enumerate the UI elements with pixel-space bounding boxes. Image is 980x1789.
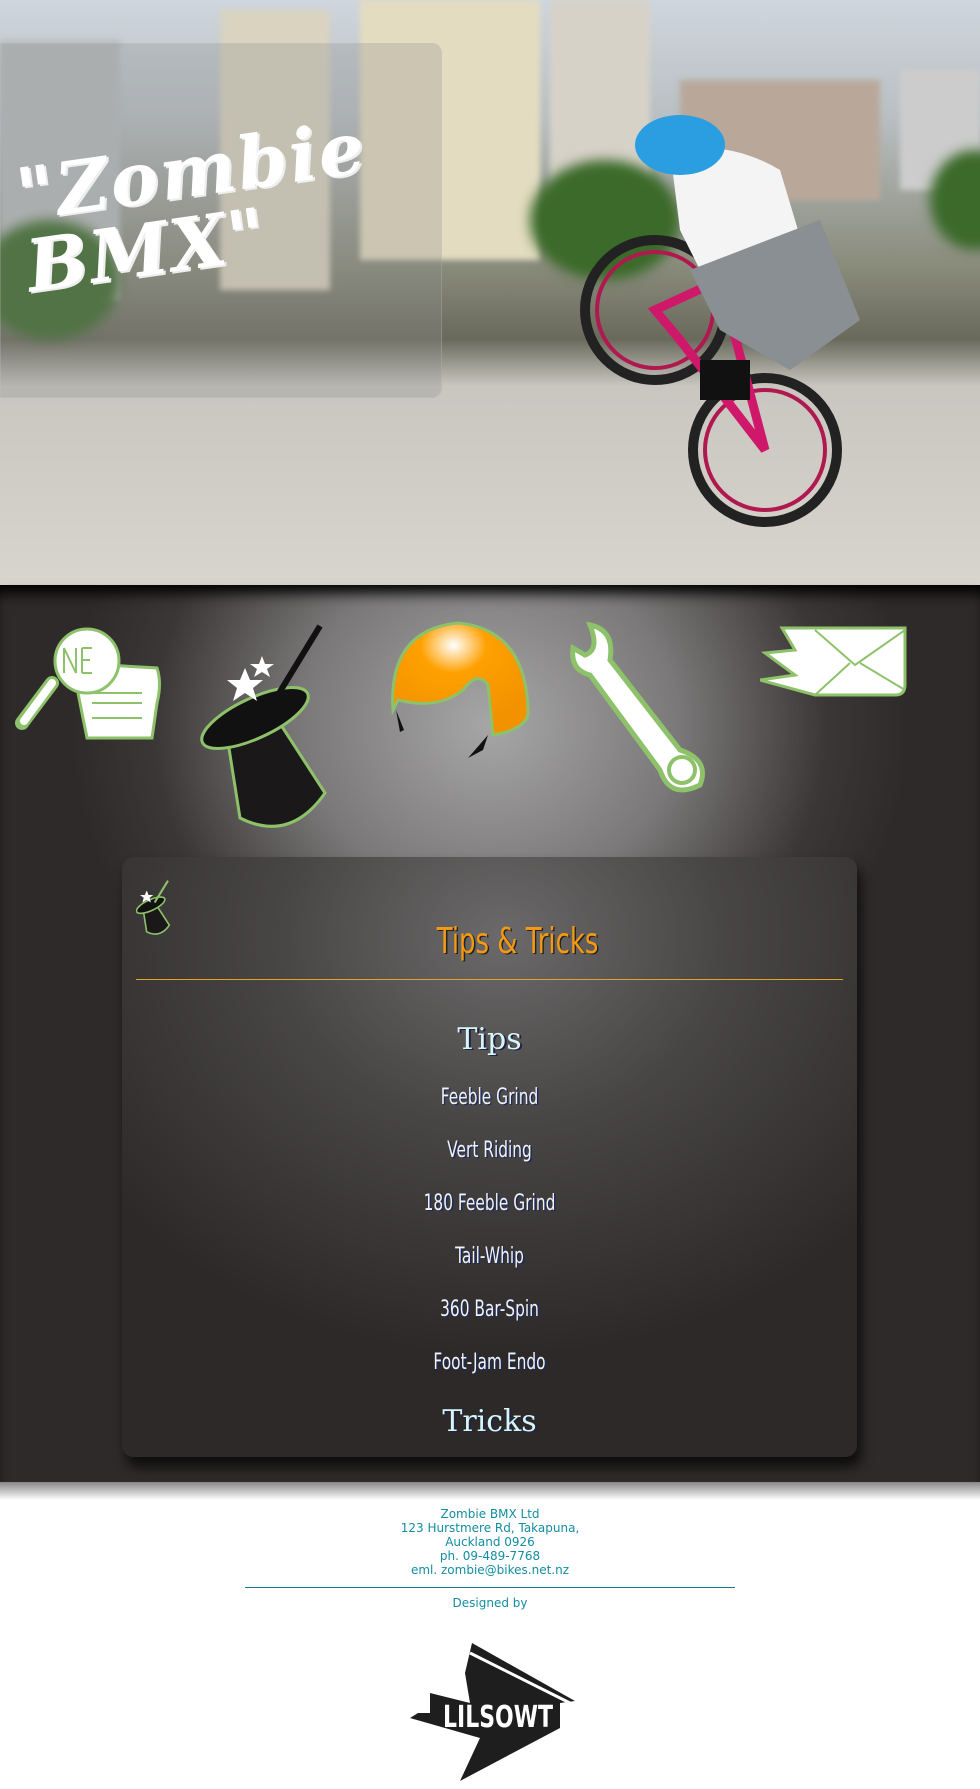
page-title: Tips & Tricks	[436, 921, 599, 962]
tip-link[interactable]: Tail-Whip	[232, 1244, 747, 1269]
tip-link[interactable]: 180 Feeble Grind	[232, 1191, 747, 1216]
address-line-1: 123 Hurstmere Rd, Takapuna,	[400, 1521, 580, 1535]
magic-hat-icon[interactable]	[200, 618, 350, 843]
tip-link[interactable]: Foot-Jam Endo	[232, 1350, 747, 1375]
tips-heading: Tips	[457, 1022, 522, 1057]
designer-logo[interactable]: LILSOWT	[410, 1643, 580, 1783]
title-divider	[136, 979, 843, 980]
address-line-2: Auckland 0926	[445, 1535, 535, 1549]
tips-tricks-panel: Tips & Tricks Tips Feeble Grind Vert Rid…	[122, 857, 857, 1457]
email-link[interactable]: eml. zombie@bikes.net.nz	[0, 1563, 980, 1577]
wrench-icon[interactable]	[570, 620, 725, 795]
tricks-heading: Tricks	[442, 1404, 537, 1439]
tip-link[interactable]: Feeble Grind	[232, 1085, 747, 1110]
newspaper-magnifier-icon[interactable]	[12, 623, 162, 743]
footer-divider	[245, 1587, 735, 1588]
magic-hat-icon	[136, 880, 171, 935]
envelope-icon[interactable]	[760, 625, 910, 700]
bmx-rider-photo	[580, 115, 860, 527]
hero-banner: "Zombie BMX"	[0, 0, 980, 585]
tip-link[interactable]: Vert Riding	[232, 1138, 747, 1163]
designed-by-label: Designed by	[452, 1596, 528, 1610]
phone: ph. 09-489-7768	[439, 1549, 541, 1563]
tip-link[interactable]: 360 Bar-Spin	[232, 1297, 747, 1322]
company-name: Zombie BMX Ltd	[440, 1507, 540, 1521]
designer-logo-text: LILSOWT	[443, 1700, 553, 1735]
helmet-icon[interactable]	[388, 620, 533, 760]
